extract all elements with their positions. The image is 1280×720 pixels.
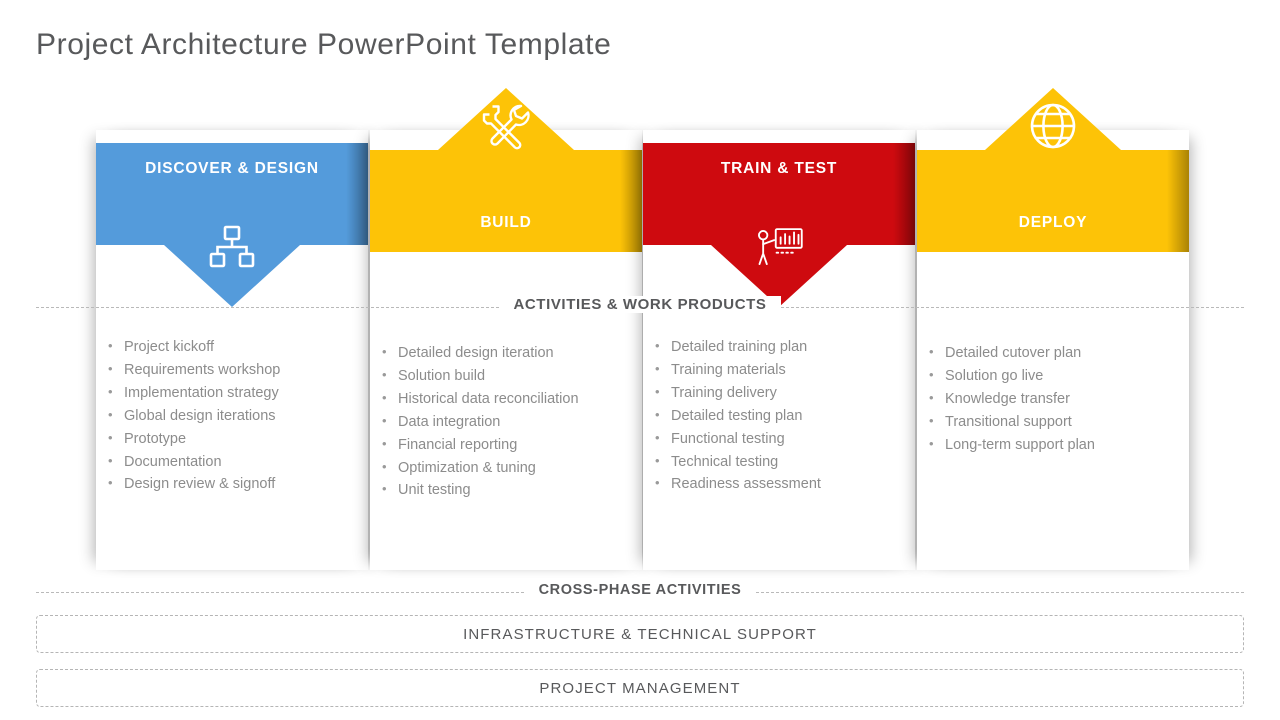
phase-banner-4[interactable]: DEPLOY: [917, 88, 1189, 252]
list-item: Transitional support: [917, 410, 1189, 433]
phase-activity-list: Project kickoffRequirements workshopImpl…: [96, 335, 368, 496]
list-item: Design review & signoff: [96, 472, 368, 495]
list-item: Financial reporting: [370, 433, 642, 456]
phase-banner-label: TRAIN & TEST: [720, 160, 838, 177]
list-item: Documentation: [96, 450, 368, 473]
cross-phase-bar-label: INFRASTRUCTURE & TECHNICAL SUPPORT: [463, 625, 817, 643]
phase-banner-band: [370, 150, 642, 252]
list-item: Requirements workshop: [96, 358, 368, 381]
presenter-icon: [753, 221, 805, 273]
list-item: Data integration: [370, 410, 642, 433]
globe-icon: [1027, 100, 1079, 152]
cross-phase-divider-text: CROSS-PHASE ACTIVITIES: [524, 582, 756, 598]
list-item: Solution go live: [917, 364, 1189, 387]
cross-phase-bar-label: PROJECT MANAGEMENT: [539, 679, 741, 697]
list-item: Technical testing: [643, 450, 915, 473]
list-item: Training materials: [643, 358, 915, 381]
phase-column-2: BUILD Detailed design iterationSolution b…: [370, 88, 642, 570]
list-item: Training delivery: [643, 381, 915, 404]
list-item: Historical data reconciliation: [370, 387, 642, 410]
list-item: Solution build: [370, 364, 642, 387]
cross-phase-divider-label: CROSS-PHASE ACTIVITIES: [0, 581, 1280, 599]
list-item: Knowledge transfer: [917, 387, 1189, 410]
list-item: Readiness assessment: [643, 472, 915, 495]
tools-icon: [480, 100, 532, 152]
phase-banner-band: [917, 150, 1189, 252]
list-item: Functional testing: [643, 427, 915, 450]
list-item: Detailed training plan: [643, 335, 915, 358]
list-item: Optimization & tuning: [370, 456, 642, 479]
list-item: Implementation strategy: [96, 381, 368, 404]
list-item: Prototype: [96, 427, 368, 450]
org-chart-icon: [206, 221, 258, 273]
phase-activity-list: Detailed design iterationSolution buildH…: [370, 341, 642, 502]
phases-stage: DISCOVER & DESIGN Project kickoffRequirem…: [0, 0, 1280, 720]
list-item: Long-term support plan: [917, 433, 1189, 456]
list-item: Detailed cutover plan: [917, 341, 1189, 364]
phase-activity-list: Detailed training planTraining materials…: [643, 335, 915, 496]
phase-column-3: TRAIN & TESTDetailed training planTraini…: [643, 130, 915, 570]
phase-banner-3[interactable]: TRAIN & TEST: [643, 143, 915, 307]
phase-banner-2[interactable]: BUILD: [370, 88, 642, 252]
list-item: Unit testing: [370, 478, 642, 501]
phase-banner-label: BUILD: [480, 214, 532, 231]
activities-divider-line: [36, 307, 1244, 309]
phase-banner-label: DEPLOY: [1018, 214, 1088, 231]
phase-column-1: DISCOVER & DESIGN Project kickoffRequirem…: [96, 130, 368, 570]
phase-column-4: DEPLOY Detailed cutover planSolution go l…: [917, 88, 1189, 570]
cross-phase-bar-infrastructure[interactable]: INFRASTRUCTURE & TECHNICAL SUPPORT: [36, 615, 1244, 653]
phase-banner-label: DISCOVER & DESIGN: [145, 160, 319, 177]
list-item: Project kickoff: [96, 335, 368, 358]
cross-phase-bar-project-management[interactable]: PROJECT MANAGEMENT: [36, 669, 1244, 707]
list-item: Detailed testing plan: [643, 404, 915, 427]
list-item: Global design iterations: [96, 404, 368, 427]
phase-banner-1[interactable]: DISCOVER & DESIGN: [96, 143, 368, 307]
phase-activity-list: Detailed cutover planSolution go liveKno…: [917, 341, 1189, 457]
list-item: Detailed design iteration: [370, 341, 642, 364]
